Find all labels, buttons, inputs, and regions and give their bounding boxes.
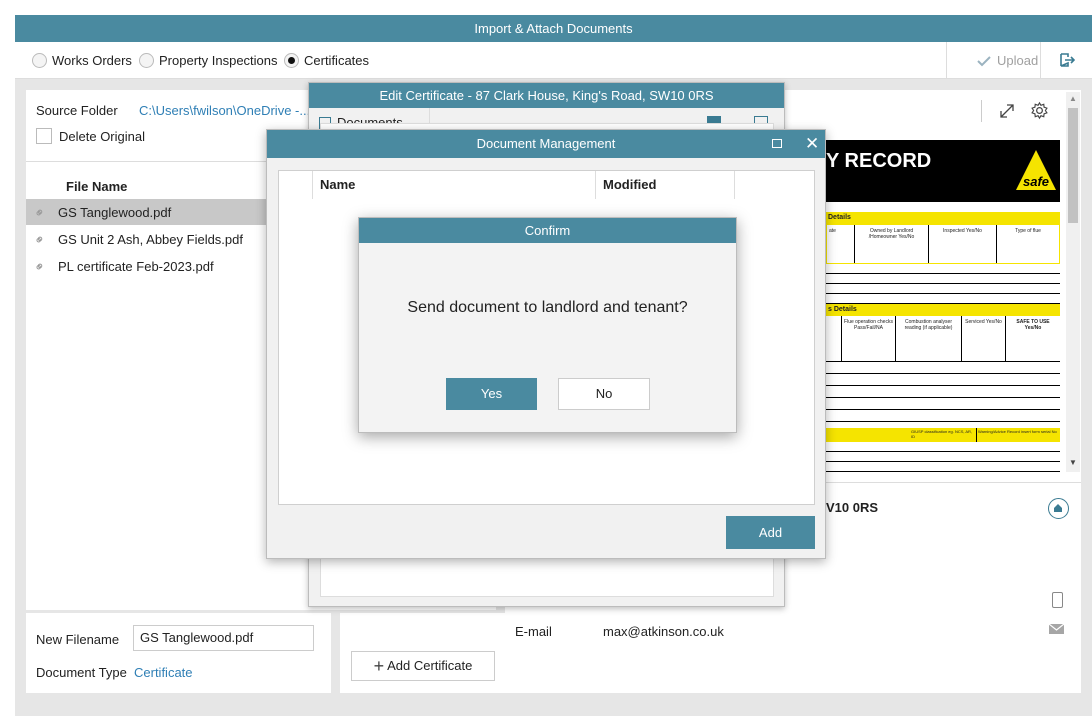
cert-fineprint bbox=[826, 176, 936, 194]
radio-label: Works Orders bbox=[52, 53, 132, 68]
radio-circle bbox=[139, 53, 154, 68]
home-icon[interactable] bbox=[1048, 498, 1069, 519]
scroll-down-icon[interactable]: ▼ bbox=[1069, 458, 1077, 467]
file-name-header: File Name bbox=[66, 179, 128, 194]
cert-col: Type of flue bbox=[1015, 228, 1041, 234]
scroll-up-icon[interactable]: ▲ bbox=[1069, 94, 1077, 103]
close-icon[interactable]: ✕ bbox=[805, 130, 819, 158]
cert-col: Inspected Yes/No bbox=[929, 225, 997, 263]
email-value[interactable]: max@atkinson.co.uk bbox=[603, 624, 724, 639]
phone-icon[interactable] bbox=[1052, 592, 1063, 608]
add-certificate-button[interactable]: + Add Certificate bbox=[351, 651, 495, 681]
file-list-item[interactable]: ⚭ PL certificate Feb-2023.pdf bbox=[26, 253, 276, 279]
exit-icon[interactable] bbox=[1059, 52, 1076, 71]
document-management-title: Document Management ✕ bbox=[267, 130, 825, 158]
cert-col: GIUSP classification eg. NCS, AR, ID bbox=[910, 428, 976, 442]
radio-circle bbox=[32, 53, 47, 68]
cert-col: SAFE TO USE Yes/No bbox=[1016, 319, 1050, 331]
cert-col: Owned by Landlord /Homeowner Yes/No bbox=[855, 225, 929, 263]
file-list-item[interactable]: ⚭ GS Tanglewood.pdf bbox=[26, 199, 276, 225]
checkmark-icon bbox=[977, 55, 991, 66]
cert-section-2: s Details bbox=[826, 304, 1060, 316]
cert-grid-2 bbox=[826, 362, 1060, 424]
delete-original-checkbox[interactable] bbox=[36, 128, 52, 144]
plus-icon: + bbox=[373, 656, 385, 676]
radio-works-orders[interactable]: Works Orders bbox=[32, 53, 132, 68]
cert-col: Combustion analyser reading (if applicab… bbox=[896, 316, 962, 361]
toolbar-separator bbox=[946, 42, 947, 79]
address-fragment: V10 0RS bbox=[826, 500, 879, 515]
cert-col: Warning/Advice Record insert form serial… bbox=[976, 428, 1060, 442]
document-type-label: Document Type bbox=[36, 665, 127, 680]
toolbar: Works Orders Property Inspections Certif… bbox=[15, 42, 1092, 79]
column-header-modified[interactable]: Modified bbox=[596, 171, 735, 199]
column-header-name[interactable]: Name bbox=[313, 171, 596, 199]
expand-icon[interactable] bbox=[998, 102, 1016, 123]
preview-separator bbox=[981, 100, 982, 122]
cert-title: Y RECORD bbox=[826, 150, 932, 172]
email-icon[interactable] bbox=[1049, 624, 1064, 634]
cert-cols-3: GIUSP classification eg. NCS, AR, ID War… bbox=[826, 428, 1060, 442]
cert-col: Flue operation checks Pass/Fail/NA bbox=[842, 316, 896, 361]
radio-circle-selected bbox=[284, 53, 299, 68]
cert-section-1: Details bbox=[826, 212, 1060, 224]
delete-original-label: Delete Original bbox=[59, 129, 145, 144]
file-name: GS Unit 2 Ash, Abbey Fields.pdf bbox=[58, 231, 243, 247]
new-filename-label: New Filename bbox=[36, 632, 120, 647]
cert-col: Serviced Yes/No bbox=[962, 316, 1006, 361]
source-folder-path[interactable]: C:\Users\fwilson\OneDrive -... bbox=[139, 103, 310, 118]
window-title: Import & Attach Documents bbox=[15, 15, 1092, 42]
upload-label: Upload bbox=[997, 53, 1039, 68]
cert-col: ate bbox=[827, 225, 855, 263]
gear-icon[interactable] bbox=[1030, 101, 1049, 123]
cert-grid-1 bbox=[826, 264, 1060, 304]
add-certificate-label: Add Certificate bbox=[387, 658, 473, 673]
radio-certificates[interactable]: Certificates bbox=[284, 53, 369, 68]
certificate-preview: Y RECORD safe Details ate Owned by Landl… bbox=[826, 140, 1060, 472]
radio-label: Property Inspections bbox=[159, 53, 278, 68]
confirm-dialog: Confirm Send document to landlord and te… bbox=[358, 217, 737, 433]
source-folder-label: Source Folder bbox=[36, 103, 118, 118]
link-icon: ⚭ bbox=[30, 230, 49, 249]
table-column-header bbox=[279, 171, 313, 199]
confirm-title: Confirm bbox=[359, 218, 736, 243]
file-name: PL certificate Feb-2023.pdf bbox=[58, 258, 214, 274]
radio-label: Certificates bbox=[304, 53, 370, 68]
no-button[interactable]: No bbox=[558, 378, 650, 410]
divider bbox=[26, 161, 276, 162]
toolbar-separator bbox=[1040, 42, 1041, 79]
confirm-message: Send document to landlord and tenant? bbox=[407, 299, 688, 316]
edit-certificate-title: Edit Certificate - 87 Clark House, King'… bbox=[309, 83, 784, 108]
link-icon: ⚭ bbox=[30, 257, 49, 276]
email-label: E-mail bbox=[515, 624, 552, 639]
maximize-icon[interactable] bbox=[772, 139, 782, 148]
cert-cols-1: ate Owned by Landlord /Homeowner Yes/No … bbox=[826, 224, 1060, 264]
cert-grid-3 bbox=[826, 442, 1060, 472]
link-icon: ⚭ bbox=[30, 203, 49, 222]
dialog-title-text: Document Management bbox=[476, 136, 616, 151]
cert-header: Y RECORD safe bbox=[826, 140, 1060, 202]
preview-scrollbar[interactable]: ▲ ▼ bbox=[1066, 92, 1080, 472]
file-list-item[interactable]: ⚭ GS Unit 2 Ash, Abbey Fields.pdf bbox=[26, 226, 276, 252]
radio-property-inspections[interactable]: Property Inspections bbox=[139, 53, 278, 68]
scrollbar-thumb[interactable] bbox=[1068, 108, 1078, 223]
file-name: GS Tanglewood.pdf bbox=[58, 204, 172, 220]
new-filename-input[interactable]: GS Tanglewood.pdf bbox=[133, 625, 314, 651]
document-type-link[interactable]: Certificate bbox=[134, 665, 193, 680]
upload-button[interactable]: Upload bbox=[977, 53, 1038, 68]
cert-cols-2: Flue operation checks Pass/Fail/NA Combu… bbox=[826, 316, 1060, 362]
yes-button[interactable]: Yes bbox=[446, 378, 537, 410]
add-button[interactable]: Add bbox=[726, 516, 815, 549]
gas-safe-text: safe bbox=[1022, 174, 1050, 189]
